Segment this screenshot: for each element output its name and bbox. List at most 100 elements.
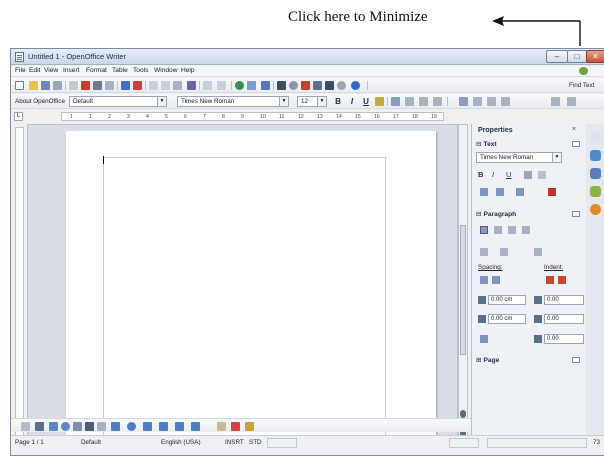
sidebar-align-center-icon[interactable] (473, 97, 482, 106)
menu-window[interactable]: Window (154, 67, 177, 74)
menu-file[interactable]: File (15, 67, 26, 74)
navigator-icon[interactable] (289, 81, 298, 90)
hyperlink-icon[interactable] (235, 81, 244, 90)
new-doc-icon[interactable] (15, 81, 24, 90)
help-icon[interactable] (351, 81, 360, 90)
print-icon[interactable] (93, 81, 102, 90)
tab-stop-selector[interactable]: L (14, 112, 23, 121)
callouts-icon[interactable] (97, 422, 106, 431)
menu-tools[interactable]: Tools (133, 67, 148, 74)
find-text-label[interactable]: Find Text (569, 82, 594, 89)
edit-file-icon[interactable] (69, 81, 78, 90)
select-icon[interactable] (21, 422, 30, 431)
decrease-indent-icon[interactable] (558, 276, 566, 284)
sidebar-align-right-icon[interactable] (487, 97, 496, 106)
email-icon[interactable] (53, 81, 62, 90)
para-align-center-icon[interactable] (494, 226, 502, 234)
rectangle-icon[interactable] (49, 422, 58, 431)
sidebar-numbering-icon[interactable] (500, 248, 508, 256)
chevron-down-icon[interactable]: ▼ (552, 153, 561, 162)
first-line-field[interactable]: 0.00 (544, 334, 584, 344)
sidebar-italic-button[interactable]: I (492, 170, 494, 179)
sidebar-justify-icon[interactable] (501, 97, 510, 106)
menu-insert[interactable]: Insert (63, 67, 80, 74)
document-area[interactable] (27, 124, 458, 446)
redo-icon[interactable] (217, 81, 226, 90)
cut-icon[interactable] (149, 81, 158, 90)
zoom-slider[interactable] (487, 438, 587, 448)
open-icon[interactable] (29, 81, 38, 90)
view-layout-icon[interactable] (449, 438, 479, 448)
font-spacing-icon[interactable] (516, 188, 524, 196)
callout-shapes-icon[interactable] (175, 422, 184, 431)
page-section-header[interactable]: ⊞ Page (476, 356, 499, 364)
styles-tab-icon[interactable] (590, 168, 601, 179)
page-count[interactable]: Page 1 / 1 (15, 439, 44, 446)
autospell-icon[interactable] (133, 81, 142, 90)
italic-button[interactable]: I (347, 97, 357, 106)
paragraph-section-header[interactable]: ⊟ Paragraph (476, 210, 516, 218)
properties-tab-icon[interactable] (590, 150, 601, 161)
spellcheck-icon[interactable] (121, 81, 130, 90)
basic-shapes-icon[interactable] (111, 422, 120, 431)
previous-page-icon[interactable] (460, 410, 466, 418)
page-more-options-icon[interactable] (572, 357, 580, 363)
ellipse-icon[interactable] (61, 422, 70, 431)
menu-table[interactable]: Table (112, 67, 128, 74)
data-sources-icon[interactable] (313, 81, 322, 90)
justify-icon[interactable] (433, 97, 442, 106)
text-section-header[interactable]: ⊟ Text (476, 140, 497, 148)
table-icon[interactable] (247, 81, 256, 90)
indent-before-field[interactable]: 0.00 (544, 295, 584, 305)
freeform-icon[interactable] (73, 422, 82, 431)
sidebar-font-name-combo[interactable]: Times New Roman ▼ (476, 152, 562, 163)
stars-icon[interactable] (191, 422, 200, 431)
sidebar-align-left-icon[interactable] (459, 97, 468, 106)
sidebar-underline-button[interactable]: U (506, 170, 511, 179)
menu-help[interactable]: Help (181, 67, 195, 74)
modified-indicator[interactable] (267, 438, 297, 448)
chevron-down-icon[interactable]: ▼ (279, 97, 288, 106)
spacing-above-field[interactable]: 0.00 cm (488, 295, 526, 305)
fontwork-icon[interactable] (217, 422, 226, 431)
chevron-down-icon[interactable]: ▼ (157, 97, 166, 106)
text-icon[interactable] (85, 422, 94, 431)
gallery-tab-icon[interactable] (590, 186, 601, 197)
bullets-icon[interactable] (567, 97, 576, 106)
font-name-combo[interactable]: Times New Roman ▼ (177, 96, 289, 107)
menu-edit[interactable]: Edit (29, 67, 40, 74)
para-align-right-icon[interactable] (508, 226, 516, 234)
sidebar-close-icon[interactable]: × (572, 126, 576, 133)
paragraph-more-options-icon[interactable] (572, 211, 580, 217)
spacing-below-field[interactable]: 0.00 cm (488, 314, 526, 324)
flowchart-icon[interactable] (159, 422, 168, 431)
vertical-scrollbar[interactable] (458, 124, 468, 446)
pdf-icon[interactable] (81, 81, 90, 90)
close-button[interactable]: ✕ (586, 50, 604, 63)
para-align-left-icon[interactable] (480, 226, 488, 234)
sidebar-bullets-icon[interactable] (480, 248, 488, 256)
increase-indent-icon[interactable] (546, 276, 554, 284)
nonprinting-icon[interactable] (325, 81, 334, 90)
decrease-spacing-icon[interactable] (492, 276, 500, 284)
about-openoffice-label[interactable]: About OpenOffice (15, 98, 65, 105)
extrusion-icon[interactable] (245, 422, 254, 431)
document-page[interactable] (66, 131, 436, 445)
menu-format[interactable]: Format (86, 67, 107, 74)
zoom-icon[interactable] (337, 81, 346, 90)
numbering-icon[interactable] (551, 97, 560, 106)
align-left-icon[interactable] (391, 97, 400, 106)
selection-mode[interactable]: STD (249, 439, 262, 446)
shadow-icon[interactable] (538, 171, 546, 179)
menu-view[interactable]: View (44, 67, 58, 74)
sidebar-bold-button[interactable]: B (478, 170, 483, 179)
chevron-down-icon[interactable]: ▼ (317, 97, 326, 106)
line-icon[interactable] (35, 422, 44, 431)
undo-icon[interactable] (203, 81, 212, 90)
insert-mode[interactable]: INSRT (225, 439, 244, 446)
increase-spacing-icon[interactable] (480, 276, 488, 284)
grow-font-icon[interactable] (480, 188, 488, 196)
para-bg-icon[interactable] (534, 248, 542, 256)
underline-button[interactable]: U (361, 97, 371, 106)
language-status[interactable]: English (USA) (161, 439, 201, 446)
